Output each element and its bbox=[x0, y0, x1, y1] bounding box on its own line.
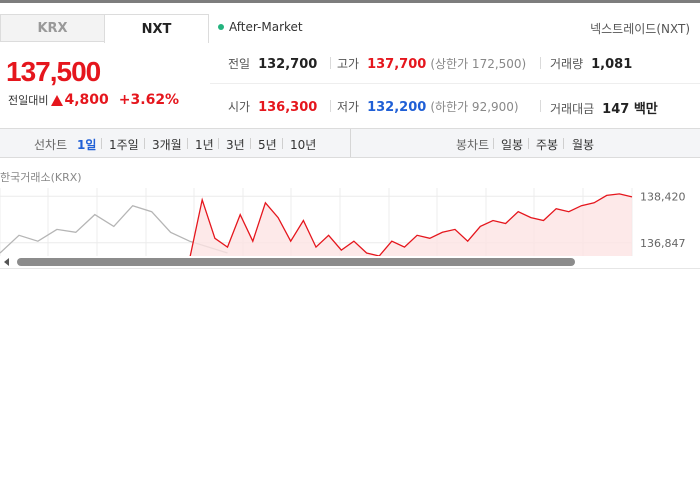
divider bbox=[330, 57, 331, 69]
stat-label: 거래대금 bbox=[550, 102, 595, 116]
candle-monthly[interactable]: 월봉 bbox=[572, 136, 594, 153]
scroll-thumb[interactable] bbox=[17, 258, 575, 266]
stat-sub: (하한가 92,900) bbox=[430, 100, 519, 114]
candle-weekly[interactable]: 주봉 bbox=[536, 136, 558, 153]
tab-nxt[interactable]: NXT bbox=[104, 14, 209, 43]
y-tick-label: 138,420 bbox=[640, 190, 686, 203]
period-3y[interactable]: 3년 bbox=[226, 136, 245, 153]
period-1d[interactable]: 1일 bbox=[77, 136, 96, 153]
price-line-chart[interactable]: 138,420 136,847 bbox=[0, 188, 700, 256]
series-area bbox=[189, 193, 632, 256]
divider bbox=[187, 138, 188, 149]
divider bbox=[282, 138, 283, 149]
current-price: 137,500 bbox=[6, 56, 101, 87]
session-label: After-Market bbox=[229, 20, 303, 34]
stat-label: 고가 bbox=[337, 57, 360, 71]
stat-label: 저가 bbox=[337, 100, 360, 114]
divider bbox=[528, 138, 529, 149]
stat-open: 시가 136,300 bbox=[228, 98, 317, 115]
change-amount: 4,800 bbox=[64, 92, 109, 108]
divider bbox=[0, 268, 700, 269]
up-triangle-icon bbox=[51, 94, 64, 106]
stat-prev-close: 전일 132,700 bbox=[228, 55, 317, 72]
change-label: 전일대비 bbox=[8, 94, 49, 107]
top-border bbox=[0, 0, 700, 3]
stat-volume: 거래량 1,081 bbox=[550, 55, 632, 72]
candle-daily[interactable]: 일봉 bbox=[501, 136, 523, 153]
divider bbox=[350, 129, 351, 157]
divider bbox=[540, 100, 541, 112]
candle-chart-label: 봉차트 bbox=[456, 138, 490, 152]
exchange-name: 넥스트레이드(NXT) bbox=[590, 22, 690, 36]
divider bbox=[144, 138, 145, 149]
stat-low: 저가 132,200 (하한가 92,900) bbox=[337, 98, 519, 115]
divider bbox=[210, 83, 700, 84]
period-toolbar: 선차트 1일 1주일 3개월 1년 3년 5년 10년 봉차트 일봉 주봉 월봉 bbox=[0, 128, 700, 158]
y-tick-label: 136,847 bbox=[640, 237, 686, 250]
divider bbox=[330, 100, 331, 112]
period-3m[interactable]: 3개월 bbox=[152, 136, 182, 153]
divider bbox=[218, 138, 219, 149]
stat-amount: 거래대금 147 백만 bbox=[550, 98, 658, 117]
stat-value: 136,300 bbox=[258, 100, 318, 115]
divider bbox=[563, 138, 564, 149]
period-1y[interactable]: 1년 bbox=[195, 136, 214, 153]
tab-krx[interactable]: KRX bbox=[0, 14, 105, 42]
stat-value: 1,081 bbox=[591, 57, 633, 72]
divider bbox=[101, 138, 102, 149]
stat-sub: (상한가 172,500) bbox=[430, 57, 527, 71]
divider bbox=[493, 138, 494, 149]
chart-source-label: 한국거래소(KRX) bbox=[0, 171, 82, 184]
stat-value: 137,700 bbox=[367, 57, 427, 72]
stat-high: 고가 137,700 (상한가 172,500) bbox=[337, 55, 526, 72]
stat-label: 전일 bbox=[228, 57, 251, 71]
period-5y[interactable]: 5년 bbox=[258, 136, 277, 153]
stat-label: 시가 bbox=[228, 100, 251, 114]
stat-value: 147 백만 bbox=[602, 102, 658, 117]
session-indicator: After-Market bbox=[218, 20, 303, 34]
change-percent: +3.62% bbox=[118, 92, 180, 108]
status-dot-icon bbox=[218, 24, 224, 30]
stat-label: 거래량 bbox=[550, 57, 584, 71]
scroll-left-icon[interactable] bbox=[4, 258, 9, 266]
period-1w[interactable]: 1주일 bbox=[109, 136, 139, 153]
line-chart-label: 선차트 bbox=[34, 138, 68, 152]
divider bbox=[250, 138, 251, 149]
stat-value: 132,700 bbox=[258, 57, 318, 72]
stat-value: 132,200 bbox=[367, 100, 427, 115]
divider bbox=[540, 57, 541, 69]
price-change: 전일대비 4,800 +3.62% bbox=[8, 92, 179, 108]
period-10y[interactable]: 10년 bbox=[290, 136, 316, 153]
